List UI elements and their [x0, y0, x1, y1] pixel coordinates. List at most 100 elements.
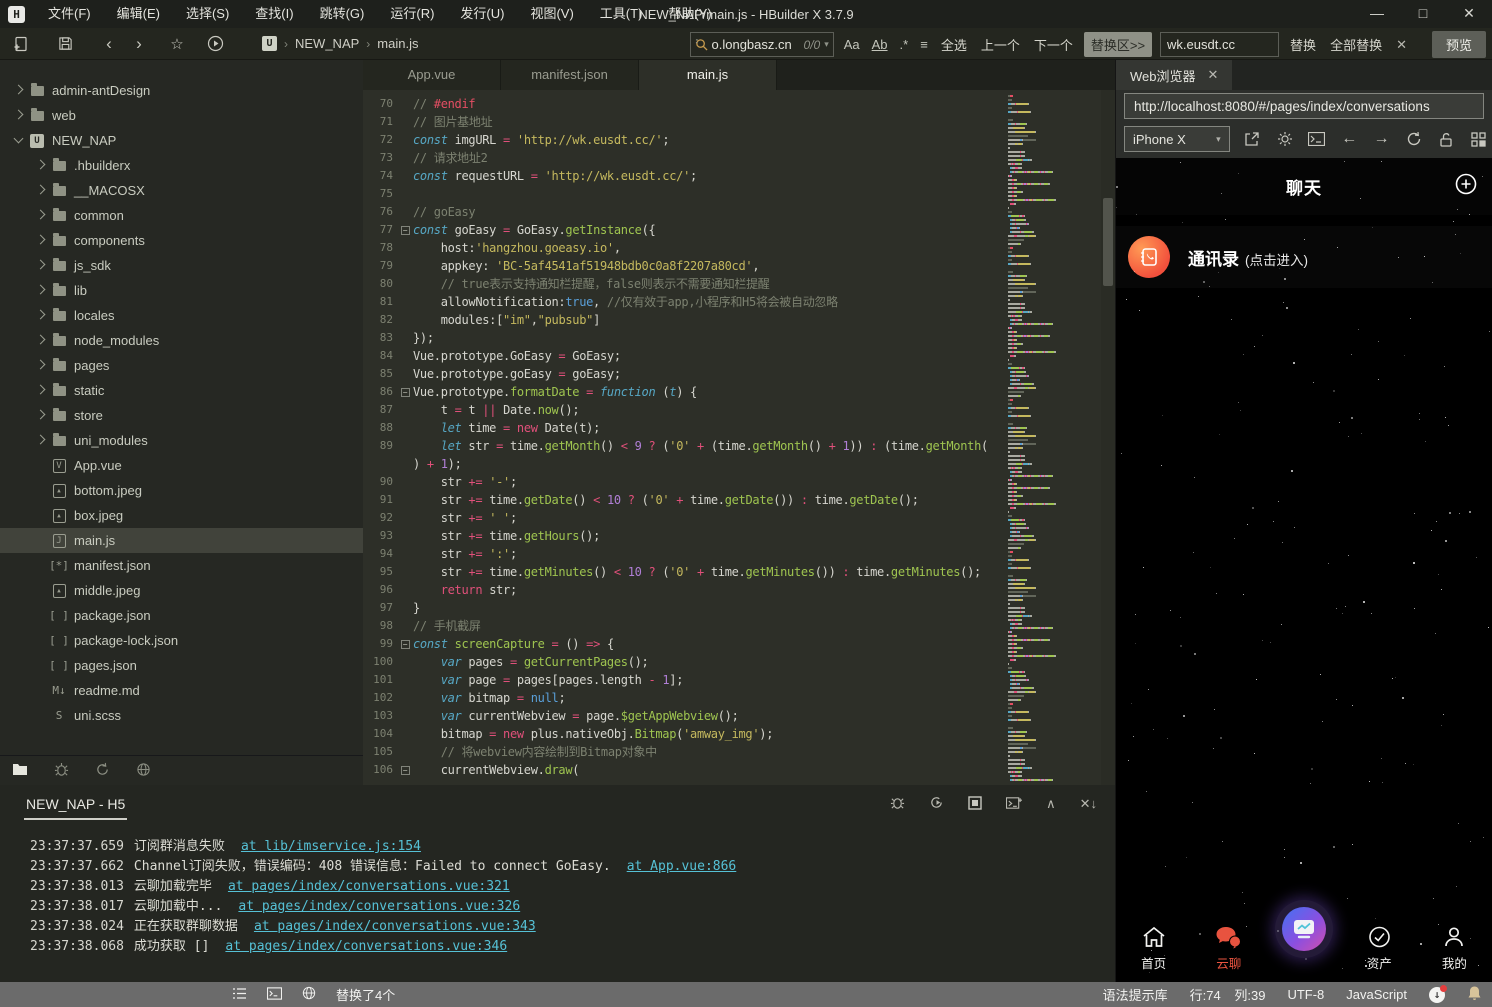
tree-item-package-lock.json[interactable]: [ ]package-lock.json — [0, 628, 363, 653]
tree-item-App.vue[interactable]: VApp.vue — [0, 453, 363, 478]
language-mode-status[interactable]: JavaScript — [1346, 987, 1407, 1002]
source-link[interactable]: at pages/index/conversations.vue:321 — [228, 879, 510, 894]
device-grid-icon[interactable] — [1469, 132, 1488, 147]
find-next-button[interactable]: 下一个 — [1031, 35, 1076, 54]
browser-tab[interactable]: Web浏览器 ✕ — [1116, 60, 1232, 90]
chevron-right-icon[interactable] — [35, 260, 45, 270]
tree-item-readme.md[interactable]: M↓readme.md — [0, 678, 363, 703]
outline-icon[interactable] — [232, 987, 247, 1003]
syntax-lib-status[interactable]: 语法提示库 — [1103, 985, 1168, 1004]
fold-icon[interactable]: − — [401, 766, 410, 775]
encoding-status[interactable]: UTF-8 — [1287, 987, 1324, 1002]
code-line[interactable]: 100 var pages = getCurrentPages(); — [363, 653, 1115, 671]
tree-item-package.json[interactable]: [ ]package.json — [0, 603, 363, 628]
source-link[interactable]: at App.vue:866 — [627, 859, 737, 874]
code-line[interactable]: 87 t = t || Date.now(); — [363, 401, 1115, 419]
close-panel-icon[interactable]: ✕↓ — [1080, 796, 1097, 812]
editor-tab-manifest.json[interactable]: manifest.json — [501, 60, 639, 90]
address-bar[interactable] — [1124, 93, 1484, 119]
console-tab[interactable]: NEW_NAP - H5 — [24, 788, 127, 820]
code-line[interactable]: ) + 1); — [363, 455, 1115, 473]
find-previous-button[interactable]: 上一个 — [978, 35, 1023, 54]
chevron-right-icon[interactable] — [35, 435, 45, 445]
tree-item-static[interactable]: static — [0, 378, 363, 403]
browser-back-icon[interactable]: ← — [1340, 130, 1359, 148]
debug-console-icon[interactable] — [890, 795, 905, 813]
code-line[interactable]: 74const requestURL = 'http://wk.eusdt.cc… — [363, 167, 1115, 185]
save-button[interactable] — [50, 31, 80, 57]
breadcrumb-project[interactable]: NEW_NAP — [295, 36, 359, 51]
close-button[interactable]: ✕ — [1446, 0, 1492, 28]
chevron-right-icon[interactable] — [35, 235, 45, 245]
tab-me[interactable]: 我的 — [1417, 925, 1492, 982]
editor-tab-App.vue[interactable]: App.vue — [363, 60, 501, 90]
chevron-right-icon[interactable] — [35, 160, 45, 170]
stop-icon[interactable] — [968, 796, 982, 813]
select-all-button[interactable]: 全选 — [938, 35, 970, 54]
code-line[interactable]: 101 var page = pages[pages.length - 1]; — [363, 671, 1115, 689]
restart-icon[interactable] — [929, 795, 944, 813]
tree-item-admin-antDesign[interactable]: admin-antDesign — [0, 78, 363, 103]
search-history-dropdown-icon[interactable]: ▾ — [824, 39, 829, 50]
code-line[interactable]: 92 str += ' '; — [363, 509, 1115, 527]
code-line[interactable]: 83}); — [363, 329, 1115, 347]
menu-item-1[interactable]: 编辑(E) — [104, 0, 173, 28]
source-link[interactable]: at lib/imservice.js:154 — [241, 839, 421, 854]
code-line[interactable]: 102 var bitmap = null; — [363, 689, 1115, 707]
tree-item-uni.scss[interactable]: Suni.scss — [0, 703, 363, 728]
menu-item-5[interactable]: 运行(R) — [377, 0, 447, 28]
collapse-panel-icon[interactable]: ∧ — [1046, 796, 1056, 812]
new-console-icon[interactable] — [1006, 796, 1022, 813]
menu-item-0[interactable]: 文件(F) — [35, 0, 104, 28]
center-logo-icon[interactable] — [1275, 900, 1333, 958]
tree-item-common[interactable]: common — [0, 203, 363, 228]
code-line[interactable]: 89 let str = time.getMonth() < 9 ? ('0' … — [363, 437, 1115, 455]
code-line[interactable]: 80 // true表示支持通知栏提醒，false则表示不需要通知栏提醒 — [363, 275, 1115, 293]
maximize-button[interactable]: □ — [1400, 0, 1446, 28]
menu-item-2[interactable]: 选择(S) — [173, 0, 242, 28]
code-line[interactable]: 79 appkey: 'BC-5af4541af51948bdb0c0a8f22… — [363, 257, 1115, 275]
code-line[interactable]: 103 var currentWebview = page.$getAppWeb… — [363, 707, 1115, 725]
code-line[interactable]: 84Vue.prototype.GoEasy = GoEasy; — [363, 347, 1115, 365]
code-line[interactable]: 75 — [363, 185, 1115, 203]
tree-item-store[interactable]: store — [0, 403, 363, 428]
chevron-right-icon[interactable] — [35, 385, 45, 395]
tree-item-main.js[interactable]: Jmain.js — [0, 528, 363, 553]
code-line[interactable]: 99−const screenCapture = () => { — [363, 635, 1115, 653]
code-line[interactable]: 85Vue.prototype.goEasy = goEasy; — [363, 365, 1115, 383]
add-chat-icon[interactable] — [1454, 172, 1478, 199]
tree-item-__MACOSX[interactable]: __MACOSX — [0, 178, 363, 203]
run-button[interactable] — [200, 31, 230, 57]
chevron-right-icon[interactable] — [35, 410, 45, 420]
chevron-right-icon[interactable] — [35, 360, 45, 370]
new-file-button[interactable] — [6, 31, 36, 57]
editor-scrollbar[interactable] — [1101, 90, 1115, 785]
forward-button[interactable]: › — [124, 31, 154, 57]
device-select[interactable]: iPhone X ▾ — [1124, 126, 1230, 152]
menu-item-4[interactable]: 跳转(G) — [307, 0, 378, 28]
code-line[interactable]: 105 // 将webview内容绘制到Bitmap对象中 — [363, 743, 1115, 761]
minimap[interactable] — [1008, 95, 1100, 785]
tree-item-components[interactable]: components — [0, 228, 363, 253]
code-line[interactable]: 98// 手机截屏 — [363, 617, 1115, 635]
tree-item-uni_modules[interactable]: uni_modules — [0, 428, 363, 453]
replace-button[interactable]: 替换 — [1287, 35, 1319, 54]
code-line[interactable]: 78 host:'hangzhou.goeasy.io', — [363, 239, 1115, 257]
code-line[interactable]: 70// #endif — [363, 95, 1115, 113]
breadcrumb-file[interactable]: main.js — [377, 36, 418, 51]
devtools-console-icon[interactable] — [1307, 132, 1326, 146]
tree-item-node_modules[interactable]: node_modules — [0, 328, 363, 353]
code-line[interactable]: 96 return str; — [363, 581, 1115, 599]
menu-item-8[interactable]: 工具(T) — [587, 0, 656, 28]
chevron-right-icon[interactable] — [13, 110, 23, 120]
tab-home[interactable]: 首页 — [1116, 925, 1191, 982]
code-line[interactable]: 97} — [363, 599, 1115, 617]
source-link[interactable]: at pages/index/conversations.vue:343 — [254, 919, 536, 934]
tree-item-.hbuilderx[interactable]: .hbuilderx — [0, 153, 363, 178]
replace-all-button[interactable]: 全部替换 — [1327, 35, 1385, 54]
fold-icon[interactable]: − — [401, 640, 410, 649]
code-line[interactable]: 94 str += ':'; — [363, 545, 1115, 563]
code-line[interactable]: 88 let time = new Date(t); — [363, 419, 1115, 437]
chevron-right-icon[interactable] — [35, 335, 45, 345]
code-line[interactable]: 77−const goEasy = GoEasy.getInstance({ — [363, 221, 1115, 239]
